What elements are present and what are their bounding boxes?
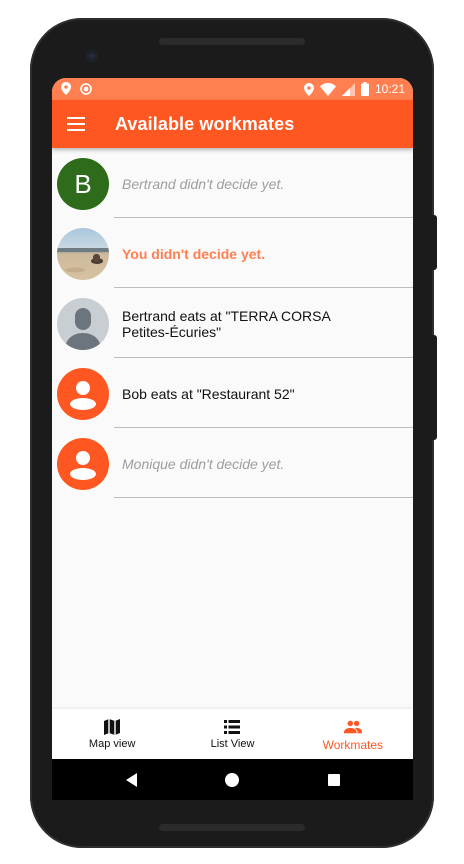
- front-camera: [86, 50, 98, 62]
- person-silhouette-icon: [65, 308, 101, 350]
- app-bar: Available workmates: [52, 100, 413, 148]
- location-icon: [303, 82, 314, 96]
- phone-volume-button: [432, 335, 437, 440]
- nav-label: Workmates: [322, 738, 384, 752]
- wifi-icon: [319, 82, 336, 96]
- list-item[interactable]: Bob eats at "Restaurant 52": [52, 366, 413, 436]
- workmate-status-line: Bob eats at "Restaurant 52": [122, 386, 295, 402]
- page-title: Available workmates: [115, 114, 295, 134]
- back-icon[interactable]: [122, 770, 142, 790]
- phone-speaker-top: [159, 38, 305, 45]
- system-navigation-bar: [52, 759, 413, 800]
- divider: [114, 217, 413, 218]
- signal-icon: [341, 82, 355, 96]
- workmate-status-line: Bertrand didn't decide yet.: [122, 176, 285, 192]
- user-photo-icon: [57, 248, 109, 273]
- workmate-status-text: Monique didn't decide yet.: [122, 436, 402, 492]
- workmate-status-line: Monique didn't decide yet.: [122, 456, 285, 472]
- avatar: [57, 298, 109, 350]
- phone-speaker-bottom: [159, 824, 305, 831]
- phone-side-button: [432, 215, 437, 270]
- nav-map-view[interactable]: Map view: [52, 709, 172, 759]
- divider: [114, 357, 413, 358]
- avatar: B: [57, 158, 109, 210]
- list-item[interactable]: Bertrand eats at "TERRA CORSA Petites-Éc…: [52, 296, 413, 366]
- workmate-status-line: Bertrand eats at "TERRA CORSA: [122, 308, 331, 324]
- list-item[interactable]: Monique didn't decide yet.: [52, 436, 413, 506]
- nav-label: List View: [210, 738, 255, 750]
- people-icon: [343, 720, 362, 734]
- divider: [114, 427, 413, 428]
- workmate-status-text: Bertrand eats at "TERRA CORSA Petites-Éc…: [122, 296, 402, 352]
- location-icon: [61, 82, 71, 95]
- map-icon: [104, 719, 121, 735]
- app-screen: 10:21 Available workmates B Bertrand did…: [52, 78, 413, 800]
- list-item[interactable]: B Bertrand didn't decide yet.: [52, 156, 413, 226]
- bottom-navigation: Map view List View Workmates: [52, 709, 413, 759]
- hamburger-menu-icon: [67, 117, 85, 131]
- divider: [114, 287, 413, 288]
- nav-workmates[interactable]: Workmates: [293, 709, 413, 759]
- workmate-status-line: You didn't decide yet.: [122, 246, 266, 262]
- nav-list-view[interactable]: List View: [172, 709, 292, 759]
- nav-label: Map view: [88, 738, 136, 750]
- workmates-list: B Bertrand didn't decide yet. You didn't…: [52, 156, 413, 506]
- person-silhouette-icon: [70, 381, 96, 410]
- avatar: [57, 438, 109, 490]
- divider: [114, 497, 413, 498]
- status-bar: 10:21: [52, 78, 413, 100]
- home-icon[interactable]: [222, 770, 242, 790]
- menu-button[interactable]: [66, 114, 86, 134]
- avatar: [57, 228, 109, 280]
- circle-status-icon: [80, 82, 92, 95]
- list-icon: [224, 720, 241, 734]
- battery-icon: [360, 82, 369, 96]
- workmate-status-line: Petites-Écuries": [122, 324, 222, 340]
- recents-icon[interactable]: [324, 770, 344, 790]
- avatar: [57, 368, 109, 420]
- person-silhouette-icon: [70, 451, 96, 480]
- workmate-status-text: Bertrand didn't decide yet.: [122, 156, 402, 212]
- workmate-status-text: Bob eats at "Restaurant 52": [122, 366, 402, 422]
- workmate-status-text: You didn't decide yet.: [122, 226, 402, 282]
- status-time: 10:21: [374, 82, 405, 96]
- list-item[interactable]: You didn't decide yet.: [52, 226, 413, 296]
